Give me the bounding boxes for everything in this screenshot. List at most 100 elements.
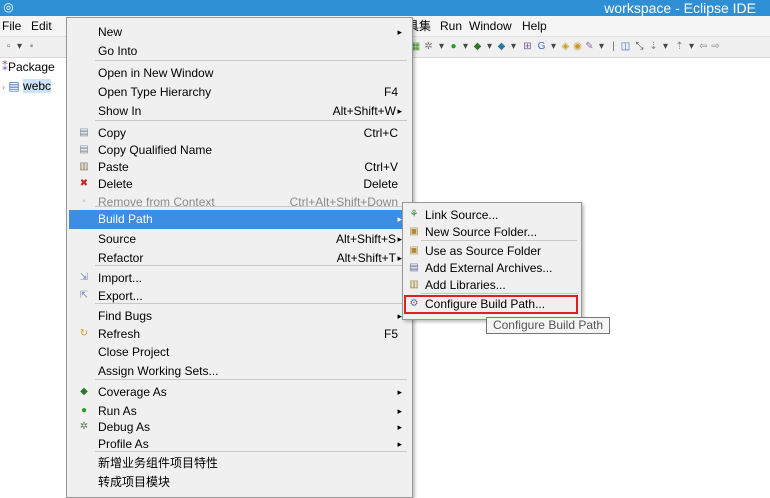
- tree-item-project[interactable]: › ▤ webc: [2, 79, 52, 93]
- menu-item-23[interactable]: 新增业务组件项目特性: [69, 454, 408, 473]
- annotation-icon[interactable]: ◫: [620, 41, 631, 52]
- menu-run[interactable]: Run: [440, 18, 462, 34]
- new-icon[interactable]: ▫: [3, 41, 14, 52]
- dropdown-icon[interactable]: ▾: [436, 41, 447, 52]
- copy-qualified-icon: ▤: [79, 144, 89, 155]
- submenu-arrow-icon: ▸: [397, 439, 402, 449]
- menu-item-import[interactable]: ⇲ Import...: [69, 269, 408, 288]
- coverage-toolbar-icon[interactable]: ◆: [472, 41, 483, 52]
- run-icon: ●: [80, 405, 88, 416]
- dropdown-icon[interactable]: ▾: [596, 41, 607, 52]
- build-path-submenu: ⚘ Link Source... ▣ New Source Folder... ▣ Use…: [402, 202, 582, 320]
- back-icon[interactable]: ⇦: [698, 41, 709, 52]
- menu-item-label: Remove from Context: [98, 195, 215, 209]
- debug-toolbar-icon[interactable]: ✲: [423, 41, 434, 52]
- delete-icon: ✖: [79, 178, 89, 189]
- menu-item-open-type-hierarchy[interactable]: Open Type Hierarchy F4: [69, 83, 408, 102]
- menu-item-label: Find Bugs: [98, 309, 153, 323]
- menu-item-coverage-as[interactable]: ◆ Coverage As ▸: [69, 383, 408, 402]
- menu-help[interactable]: Help: [522, 18, 547, 34]
- menu-edit[interactable]: Edit: [31, 18, 52, 34]
- link-source-icon: ⚘: [409, 209, 419, 220]
- submenu-item-add-external-archives[interactable]: ▤ Add External Archives...: [405, 260, 577, 277]
- menu-item-refresh[interactable]: ↻ Refresh F5: [69, 325, 408, 344]
- menu-item-label: Assign Working Sets...: [98, 364, 219, 378]
- menu-item-find-bugs[interactable]: Find Bugs ▸: [69, 307, 408, 326]
- open-type-icon[interactable]: ◈: [560, 41, 571, 52]
- menu-item-close-project[interactable]: Close Project: [69, 343, 408, 362]
- dropdown-icon[interactable]: ▾: [484, 41, 495, 52]
- dropdown-icon[interactable]: ▾: [460, 41, 471, 52]
- menu-item-label: Refactor: [98, 251, 144, 265]
- menu-item-go-into[interactable]: Go Into: [69, 42, 408, 61]
- submenu-item-link-source[interactable]: ⚘ Link Source...: [405, 207, 577, 224]
- expand-arrow-icon[interactable]: ›: [2, 82, 5, 92]
- dropdown-icon[interactable]: ▾: [548, 41, 559, 52]
- menu-item-label: Refresh: [98, 327, 141, 341]
- menu-item-shortcut: Alt+Shift+S: [335, 232, 396, 246]
- submenu-arrow-icon: ▸: [397, 406, 402, 416]
- previous-annotation-icon[interactable]: ⇡: [674, 41, 685, 52]
- separator-icon: |: [612, 41, 615, 52]
- package-explorer-header[interactable]: ⁑Package: [2, 60, 55, 74]
- package-toolbar-icon[interactable]: ⊞: [522, 41, 533, 52]
- menu-window[interactable]: Window: [469, 18, 512, 34]
- menu-separator: [95, 265, 407, 266]
- profile-toolbar-icon[interactable]: ◆: [496, 41, 507, 52]
- next-annotation-icon[interactable]: ⇣: [648, 41, 659, 52]
- submenu-item-use-as-source-folder[interactable]: ▣ Use as Source Folder: [405, 243, 577, 260]
- context-menu: New ▸ Go Into Open in New Window Open Type H…: [66, 17, 413, 498]
- menu-item-label: Show In: [98, 104, 142, 118]
- menu-item-label: 新增业务组件项目特性: [98, 456, 219, 470]
- menu-item-shortcut: Alt+Shift+W: [332, 104, 396, 118]
- forward-icon[interactable]: ⇨: [710, 41, 721, 52]
- menu-item-open-in-new-window[interactable]: Open in New Window: [69, 64, 408, 83]
- submenu-item-new-source-folder[interactable]: ▣ New Source Folder...: [405, 224, 577, 241]
- menu-item-new[interactable]: New ▸: [69, 23, 408, 42]
- menu-item-shortcut: Ctrl+C: [363, 126, 398, 140]
- submenu-item-add-libraries[interactable]: ▥ Add Libraries...: [405, 277, 577, 294]
- menu-item-source[interactable]: Source Alt+Shift+S ▸: [69, 230, 408, 249]
- menu-item-delete[interactable]: ✖ Delete Delete: [69, 175, 408, 194]
- submenu-item-configure-build-path[interactable]: ⚙ Configure Build Path...: [404, 295, 578, 314]
- dropdown-icon[interactable]: ▾: [14, 41, 25, 52]
- menu-item-label: Export...: [98, 289, 143, 303]
- submenu-item-label: Link Source...: [425, 208, 499, 222]
- menu-item-build-path[interactable]: Build Path ▸: [69, 210, 408, 229]
- libraries-icon: ▥: [409, 279, 419, 290]
- import-icon: ⇲: [79, 272, 89, 283]
- menu-item-label: Paste: [98, 160, 129, 174]
- new-source-folder-icon: ▣: [409, 226, 419, 237]
- search-toolbar-icon[interactable]: ✎: [584, 41, 595, 52]
- menu-separator: [95, 206, 407, 207]
- menu-item-show-in[interactable]: Show In Alt+Shift+W ▸: [69, 102, 408, 121]
- menu-item-24[interactable]: 转成项目模块: [69, 473, 408, 492]
- open-task-icon[interactable]: ◉: [572, 41, 583, 52]
- submenu-item-label: Use as Source Folder: [425, 244, 542, 258]
- dropdown-icon[interactable]: ▾: [686, 41, 697, 52]
- submenu-separator: [421, 240, 577, 241]
- dropdown-icon[interactable]: ▾: [660, 41, 671, 52]
- export-icon: ⇱: [79, 290, 89, 301]
- debug-icon: ✲: [79, 421, 89, 432]
- menu-file[interactable]: File: [2, 18, 21, 34]
- submenu-arrow-icon: ▸: [397, 422, 402, 432]
- refresh-icon: ↻: [79, 328, 89, 339]
- dropdown-icon[interactable]: ▾: [508, 41, 519, 52]
- class-toolbar-icon[interactable]: G: [536, 41, 547, 52]
- menu-item-label: Copy: [98, 126, 127, 140]
- submenu-arrow-icon: ▸: [397, 27, 402, 37]
- menu-item-label: Go Into: [98, 44, 138, 58]
- save-icon[interactable]: ▪: [26, 41, 37, 52]
- submenu-item-label: Configure Build Path...: [425, 297, 546, 311]
- submenu-separator: [421, 293, 577, 294]
- run-toolbar-icon[interactable]: ●: [448, 41, 459, 52]
- menu-item-shortcut: Alt+Shift+T: [336, 251, 396, 265]
- menu-item-label: Source: [98, 232, 137, 246]
- submenu-arrow-icon: ▸: [397, 387, 402, 397]
- window-title: workspace - Eclipse IDE: [604, 0, 756, 16]
- menu-item-shortcut: F5: [383, 327, 398, 341]
- edit-icon[interactable]: ⤡: [634, 41, 645, 52]
- menu-item-label: Copy Qualified Name: [98, 143, 213, 157]
- source-folder-icon: ▣: [409, 245, 419, 256]
